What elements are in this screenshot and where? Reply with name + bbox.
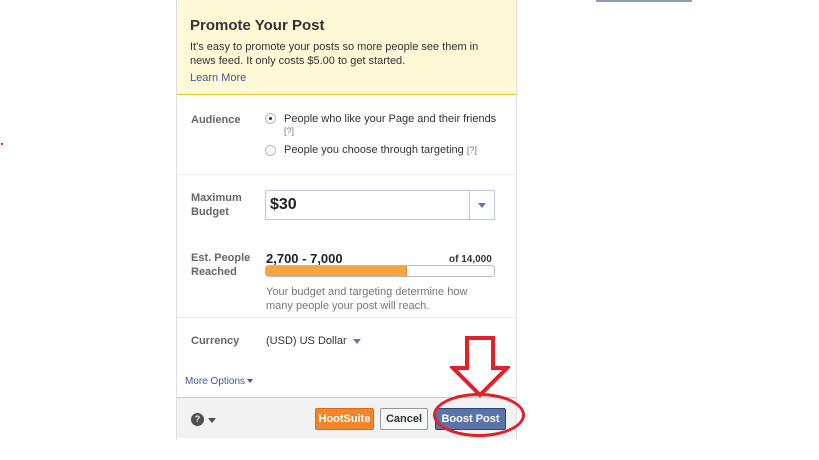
- audience-option-fans[interactable]: People who like your Page and their frie…: [284, 113, 496, 137]
- chevron-down-icon: [352, 338, 361, 344]
- promo-banner: Promote Your Post It's easy to promote y…: [177, 0, 516, 95]
- more-options-label: More Options: [185, 376, 246, 387]
- cancel-button[interactable]: Cancel: [380, 408, 428, 430]
- chevron-down-icon: [247, 379, 254, 384]
- currency-value: (USD) US Dollar: [266, 335, 347, 347]
- budget-label-line1: Maximum: [191, 192, 242, 204]
- hootsuite-button[interactable]: HootSuite: [315, 408, 374, 430]
- audience-radio-targeting[interactable]: [265, 145, 276, 156]
- audience-label: Audience: [191, 114, 241, 126]
- budget-label: Maximum Budget: [191, 191, 242, 219]
- budget-select[interactable]: $30: [265, 190, 495, 220]
- budget-value: $30: [270, 196, 297, 213]
- promo-description: It's easy to promote your posts so more …: [190, 41, 479, 67]
- reach-note: Your budget and targeting determine how …: [266, 286, 468, 312]
- currency-label: Currency: [191, 335, 240, 347]
- audience-fans-help[interactable]: [?]: [284, 126, 294, 136]
- budget-label-line2: Budget: [191, 206, 229, 218]
- audience-option-targeting[interactable]: People you choose through targeting [?]: [284, 144, 477, 156]
- audience-targeting-help[interactable]: [?]: [467, 145, 477, 155]
- help-icon[interactable]: ?: [191, 413, 204, 426]
- reach-label-line1: Est. People: [191, 252, 251, 264]
- currency-select[interactable]: (USD) US Dollar: [266, 335, 361, 347]
- audience-option-fans-label: People who like your Page and their frie…: [284, 113, 497, 125]
- divider: [177, 317, 516, 318]
- top-edge-strip: [596, 0, 692, 2]
- stray-red-dot: [1, 143, 3, 145]
- annotation-highlight-ellipse: [433, 393, 525, 437]
- reach-total: of 14,000: [449, 254, 492, 265]
- audience-radio-fans[interactable]: [265, 113, 276, 124]
- annotation-arrow-icon: [450, 336, 510, 398]
- promo-title: Promote Your Post: [190, 17, 325, 34]
- divider: [177, 174, 516, 175]
- reach-label: Est. People Reached: [191, 251, 250, 279]
- reach-progress-bar: [265, 265, 495, 277]
- chevron-down-icon[interactable]: [208, 418, 216, 423]
- reach-range: 2,700 - 7,000: [266, 251, 343, 266]
- audience-option-targeting-label: People you choose through targeting: [284, 144, 464, 156]
- more-options-link[interactable]: More Options: [185, 376, 254, 387]
- reach-progress-fill: [266, 266, 408, 276]
- learn-more-link[interactable]: Learn More: [190, 72, 246, 84]
- chevron-down-icon[interactable]: [469, 191, 494, 219]
- reach-label-line2: Reached: [191, 266, 237, 278]
